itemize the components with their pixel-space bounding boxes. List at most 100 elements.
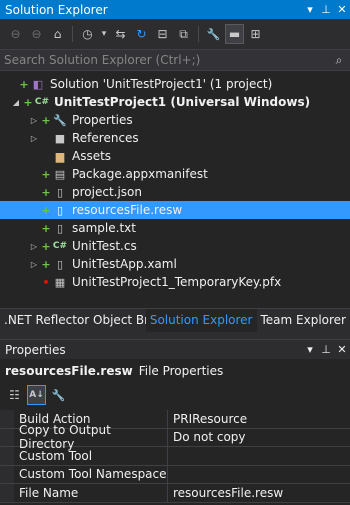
solution-explorer-titlebar: Solution Explorer ▾ ⊥ ✕: [0, 0, 350, 19]
expander-icon[interactable]: ▷: [28, 242, 40, 251]
file-type-icon: ▤: [54, 167, 66, 181]
property-row[interactable]: Copy to Output Directory Do not copy: [0, 423, 350, 451]
row-margin: [0, 428, 14, 446]
tree-item-label: project.json: [72, 185, 142, 199]
class-view-icon[interactable]: ⊞: [246, 24, 265, 44]
project-json-node[interactable]: + ▯ project.json: [0, 183, 350, 201]
file-type-icon: ▯: [56, 221, 64, 235]
file-type-icon: C#: [52, 241, 68, 251]
tree-item-label: UnitTestProject1_TemporaryKey.pfx: [72, 275, 282, 289]
temporary-key-node[interactable]: • ▦ UnitTestProject1_TemporaryKey.pfx: [0, 273, 350, 291]
tree-item-label: Solution 'UnitTestProject1' (1 project): [50, 77, 273, 91]
pending-add-icon: +: [41, 167, 51, 181]
assets-node[interactable]: ▆ Assets: [0, 147, 350, 165]
tree-item-label: Package.appxmanifest: [72, 167, 208, 181]
pending-add-icon: +: [41, 185, 51, 199]
tree-item-label: Properties: [72, 113, 133, 127]
pending-add-icon: +: [41, 221, 51, 235]
show-all-files-icon[interactable]: ⧉: [174, 24, 193, 44]
tree-item-label: sample.txt: [72, 221, 136, 235]
property-name: Custom Tool Namespace: [14, 465, 168, 483]
preview-icon[interactable]: ▬: [225, 24, 244, 44]
expander-icon[interactable]: ▷: [28, 116, 40, 125]
expander-icon[interactable]: ▷: [28, 134, 40, 143]
file-type-icon: 🔧: [53, 113, 67, 127]
tab-solution-explorer[interactable]: Solution Explorer: [145, 309, 257, 332]
property-pages-icon[interactable]: 🔧: [49, 385, 68, 405]
property-value[interactable]: Do not copy: [168, 430, 350, 444]
tab-net-reflector[interactable]: .NET Reflector Object Brows...: [0, 309, 146, 332]
project-node[interactable]: ◢ + C# UnitTestProject1 (Universal Windows): [0, 93, 350, 111]
file-type-icon: C#: [34, 97, 50, 107]
unittestapp-xaml-node[interactable]: ▷ + ▯ UnitTestApp.xaml: [0, 255, 350, 273]
pending-add-icon: +: [41, 257, 51, 271]
expander-icon[interactable]: ▷: [28, 260, 40, 269]
panel-splitter[interactable]: [0, 332, 350, 339]
references-node[interactable]: ▷ ■ References: [0, 129, 350, 147]
tab-team-explorer[interactable]: Team Explorer: [257, 309, 350, 332]
property-row[interactable]: Custom Tool: [0, 447, 350, 466]
sample-txt-node[interactable]: + ▯ sample.txt: [0, 219, 350, 237]
tree-item-label: UnitTest.cs: [72, 239, 137, 253]
properties-wrench-icon[interactable]: 🔧: [204, 24, 223, 44]
property-row[interactable]: Custom Tool Namespace: [0, 465, 350, 484]
solution-explorer-toolbar: ⊖ ⊖ ⌂ ◷ ▾ ⇆ ↻ ⊟ ⧉ 🔧 ▬ ⊞: [0, 19, 350, 49]
property-value[interactable]: PRIResource: [168, 412, 350, 426]
window-position-dropdown-icon[interactable]: ▾: [302, 343, 318, 356]
excluded-status-icon: •: [42, 275, 50, 289]
object-name: resourcesFile.resw: [5, 364, 133, 378]
refresh-icon[interactable]: ↻: [132, 24, 151, 44]
pin-icon[interactable]: ⊥: [318, 343, 334, 356]
history-icon[interactable]: ◷: [78, 24, 97, 44]
file-type-icon: ◧: [32, 77, 44, 91]
object-type: File Properties: [138, 364, 224, 378]
file-type-icon: ▯: [56, 185, 64, 199]
dropdown-icon[interactable]: ▾: [99, 24, 109, 44]
collapse-all-icon[interactable]: ⊟: [153, 24, 172, 44]
categorized-icon[interactable]: ☷: [5, 385, 24, 405]
row-margin: [0, 465, 14, 483]
alphabetical-icon[interactable]: A↓: [27, 385, 46, 405]
pending-add-icon: +: [41, 239, 51, 253]
resources-file-node[interactable]: + ▯ resourcesFile.resw: [0, 201, 350, 219]
row-margin: [0, 484, 14, 502]
file-type-icon: ▦: [54, 275, 66, 289]
toolbar-separator: [198, 26, 199, 42]
pending-add-icon: +: [23, 95, 33, 109]
solution-explorer-title: Solution Explorer: [5, 2, 108, 17]
object-selector[interactable]: resourcesFile.resw File Properties: [0, 359, 350, 383]
file-type-icon: ▯: [56, 257, 64, 271]
property-grid: Build Action PRIResource Copy to Output …: [0, 410, 350, 505]
search-input[interactable]: [4, 53, 328, 67]
properties-title: Properties: [5, 342, 66, 357]
properties-titlebar: Properties ▾ ⊥ ✕: [0, 339, 350, 359]
solution-node[interactable]: + ◧ Solution 'UnitTestProject1' (1 project…: [0, 75, 350, 93]
close-icon[interactable]: ✕: [334, 3, 350, 16]
row-margin: [0, 447, 14, 465]
property-name: Custom Tool: [14, 447, 168, 465]
tree-item-label: Assets: [72, 149, 112, 163]
property-name: Copy to Output Directory: [14, 423, 168, 451]
back-icon[interactable]: ⊖: [6, 24, 25, 44]
manifest-node[interactable]: + ▤ Package.appxmanifest: [0, 165, 350, 183]
search-bar: ⌕: [0, 49, 350, 71]
properties-node[interactable]: ▷ + 🔧 Properties: [0, 111, 350, 129]
property-value[interactable]: resourcesFile.resw: [168, 486, 350, 500]
close-icon[interactable]: ✕: [334, 343, 350, 356]
property-row[interactable]: File Name resourcesFile.resw: [0, 484, 350, 503]
window-position-dropdown-icon[interactable]: ▾: [302, 3, 318, 16]
pin-icon[interactable]: ⊥: [318, 3, 334, 16]
tree-item-label: References: [72, 131, 139, 145]
sync-icon[interactable]: ⇆: [111, 24, 130, 44]
home-icon[interactable]: ⌂: [48, 24, 67, 44]
tree-item-label: UnitTestProject1 (Universal Windows): [54, 95, 311, 109]
search-icon[interactable]: ⌕: [328, 53, 350, 68]
expander-icon[interactable]: ◢: [10, 98, 22, 107]
pending-add-icon: +: [19, 77, 29, 91]
unittest-cs-node[interactable]: ▷ + C# UnitTest.cs: [0, 237, 350, 255]
forward-icon[interactable]: ⊖: [27, 24, 46, 44]
properties-toolbar: ☷ A↓ 🔧: [0, 383, 350, 407]
tool-window-tabs: .NET Reflector Object Brows... Solution …: [0, 308, 350, 332]
solution-tree: + ◧ Solution 'UnitTestProject1' (1 project…: [0, 71, 350, 308]
file-type-icon: ▆: [55, 149, 65, 163]
